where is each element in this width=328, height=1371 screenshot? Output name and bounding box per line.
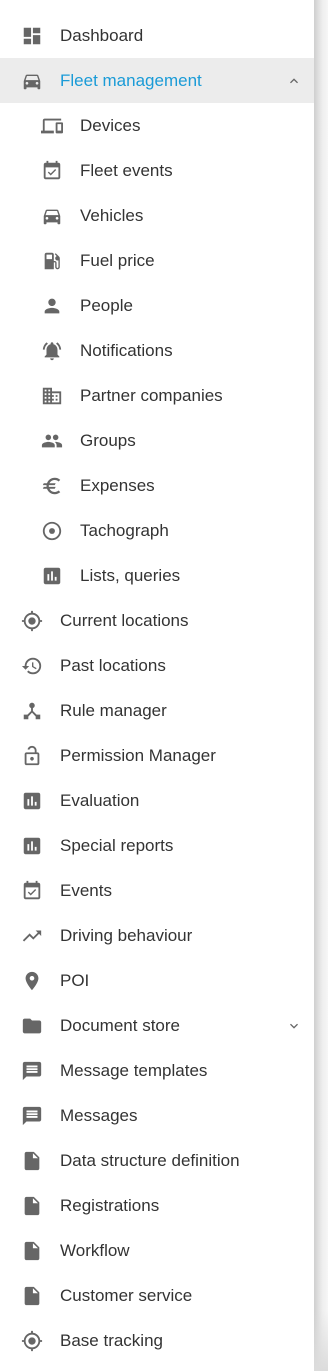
nav-item-label: Fleet events <box>80 160 173 180</box>
nav-item-base-tracking[interactable]: Base tracking <box>0 1318 314 1363</box>
nav-item-rule-manager[interactable]: Rule manager <box>0 688 314 733</box>
nav-item-label: Rule manager <box>60 700 167 720</box>
trending-up-icon <box>20 924 44 948</box>
nav-item-current-locations[interactable]: Current locations <box>0 598 314 643</box>
nav-item-label: Notifications <box>80 340 173 360</box>
group-icon <box>40 429 64 453</box>
nav-item-label: Events <box>60 880 112 900</box>
building-icon <box>40 384 64 408</box>
gps-fixed-icon <box>20 1329 44 1353</box>
dashboard-icon <box>20 24 44 48</box>
nav-item-people[interactable]: People <box>0 283 314 328</box>
nav-item-label: Data structure definition <box>60 1150 240 1170</box>
nav-item-special-reports[interactable]: Special reports <box>0 823 314 868</box>
nav-item-messages[interactable]: Messages <box>0 1093 314 1138</box>
nav-item-label: POI <box>60 970 90 990</box>
file-icon <box>20 1239 44 1263</box>
event-calendar-icon <box>40 159 64 183</box>
nav-item-label: Messages <box>60 1105 138 1125</box>
nav-item-lists-queries[interactable]: Lists, queries <box>0 553 314 598</box>
side-navigation: Dashboard Fleet management Devices Fleet ev… <box>0 0 314 1371</box>
nav-item-label: Customer service <box>60 1285 193 1305</box>
nav-item-vehicles[interactable]: Vehicles <box>0 193 314 238</box>
car-icon <box>40 204 64 228</box>
nav-item-label: Tachograph <box>80 520 169 540</box>
nav-item-message-templates[interactable]: Message templates <box>0 1048 314 1093</box>
devices-icon <box>40 114 64 138</box>
chevron-up-icon[interactable] <box>286 73 302 89</box>
notification-bell-icon <box>40 339 64 363</box>
nav-item-label: Driving behaviour <box>60 925 193 945</box>
nav-item-label: Partner companies <box>80 385 223 405</box>
nav-item-label: Document store <box>60 1015 180 1035</box>
nav-item-events[interactable]: Events <box>0 868 314 913</box>
nav-item-past-locations[interactable]: Past locations <box>0 643 314 688</box>
euro-icon <box>40 474 64 498</box>
bar-chart-icon <box>20 834 44 858</box>
lock-open-icon <box>20 744 44 768</box>
nav-item-label: People <box>80 295 133 315</box>
folder-icon <box>20 1014 44 1038</box>
gps-fixed-icon <box>20 609 44 633</box>
nav-item-label: Fleet management <box>60 70 202 90</box>
nav-item-registrations[interactable]: Registrations <box>0 1183 314 1228</box>
nav-item-poi[interactable]: POI <box>0 958 314 1003</box>
history-icon <box>20 654 44 678</box>
nav-item-customer-service[interactable]: Customer service <box>0 1273 314 1318</box>
nav-item-label: Past locations <box>60 655 166 675</box>
drawer-corner <box>314 1311 328 1371</box>
nav-item-permission-manager[interactable]: Permission Manager <box>0 733 314 778</box>
nav-item-label: Registrations <box>60 1195 160 1215</box>
hub-icon <box>20 699 44 723</box>
nav-item-notifications[interactable]: Notifications <box>0 328 314 373</box>
nav-item-label: Message templates <box>60 1060 208 1080</box>
fuel-pump-icon <box>40 249 64 273</box>
message-icon <box>20 1104 44 1128</box>
nav-item-label: Workflow <box>60 1240 130 1260</box>
bar-chart-icon <box>20 789 44 813</box>
nav-menu: Dashboard Fleet management Devices Fleet ev… <box>0 0 314 1363</box>
nav-item-fleet-management[interactable]: Fleet management <box>0 58 314 103</box>
radio-target-icon <box>40 519 64 543</box>
nav-item-label: Fuel price <box>80 250 155 270</box>
nav-item-fleet-events[interactable]: Fleet events <box>0 148 314 193</box>
map-pin-icon <box>20 969 44 993</box>
nav-item-label: Vehicles <box>80 205 144 225</box>
nav-item-label: Devices <box>80 115 141 135</box>
message-icon <box>20 1059 44 1083</box>
car-icon <box>20 69 44 93</box>
file-icon <box>20 1194 44 1218</box>
event-calendar-icon <box>20 879 44 903</box>
person-icon <box>40 294 64 318</box>
nav-item-fuel-price[interactable]: Fuel price <box>0 238 314 283</box>
file-icon <box>20 1149 44 1173</box>
nav-item-tachograph[interactable]: Tachograph <box>0 508 314 553</box>
nav-item-expenses[interactable]: Expenses <box>0 463 314 508</box>
nav-item-label: Expenses <box>80 475 155 495</box>
nav-item-partner-companies[interactable]: Partner companies <box>0 373 314 418</box>
drawer-edge <box>314 0 328 1371</box>
nav-item-dashboard[interactable]: Dashboard <box>0 13 314 58</box>
file-icon <box>20 1284 44 1308</box>
nav-item-label: Dashboard <box>60 25 144 45</box>
nav-item-label: Current locations <box>60 610 189 630</box>
chevron-down-icon[interactable] <box>286 1018 302 1034</box>
nav-item-devices[interactable]: Devices <box>0 103 314 148</box>
nav-item-document-store[interactable]: Document store <box>0 1003 314 1048</box>
bar-chart-icon <box>40 564 64 588</box>
nav-item-label: Permission Manager <box>60 745 216 765</box>
nav-item-label: Evaluation <box>60 790 140 810</box>
nav-item-driving-behaviour[interactable]: Driving behaviour <box>0 913 314 958</box>
nav-item-evaluation[interactable]: Evaluation <box>0 778 314 823</box>
nav-item-groups[interactable]: Groups <box>0 418 314 463</box>
nav-item-label: Lists, queries <box>80 565 181 585</box>
nav-item-label: Special reports <box>60 835 174 855</box>
nav-item-data-structure-definition[interactable]: Data structure definition <box>0 1138 314 1183</box>
nav-item-label: Base tracking <box>60 1330 163 1350</box>
nav-item-workflow[interactable]: Workflow <box>0 1228 314 1273</box>
nav-item-label: Groups <box>80 430 136 450</box>
